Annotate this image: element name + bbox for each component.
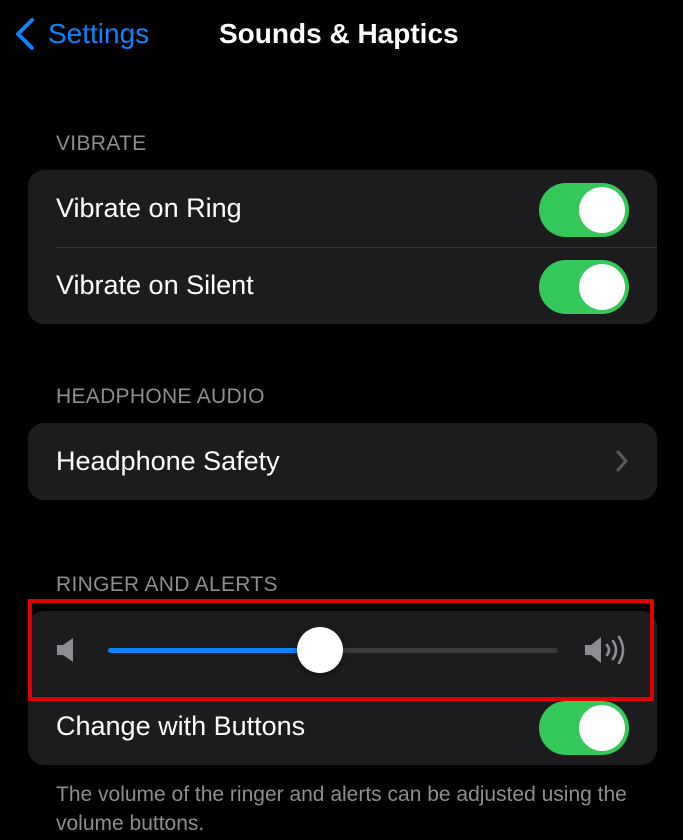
change-with-buttons-toggle[interactable] <box>539 701 629 755</box>
vibrate-on-silent-label: Vibrate on Silent <box>56 270 254 300</box>
ringer-volume-slider[interactable] <box>108 627 558 673</box>
back-button-label: Settings <box>48 18 150 49</box>
toggle-knob <box>579 264 625 310</box>
ringer-and-alerts-group: Change with Buttons <box>28 611 657 765</box>
vibrate-on-ring-toggle[interactable] <box>539 183 629 237</box>
change-with-buttons-label: Change with Buttons <box>56 711 306 741</box>
toggle-knob <box>579 187 625 233</box>
vibrate-on-silent-row: Vibrate on Silent <box>28 247 657 324</box>
headphone-safety-row[interactable]: Headphone Safety <box>28 423 657 500</box>
section-header-ringer-and-alerts: RINGER AND ALERTS <box>56 573 278 596</box>
vibrate-on-ring-row: Vibrate on Ring <box>28 170 657 247</box>
vibrate-group: Vibrate on Ring Vibrate on Silent <box>28 170 657 324</box>
back-button[interactable]: Settings <box>12 14 149 54</box>
speaker-high-icon <box>585 635 625 665</box>
ringer-volume-row <box>28 611 657 688</box>
headphone-safety-label: Headphone Safety <box>56 446 280 476</box>
section-header-vibrate: VIBRATE <box>56 132 147 155</box>
vibrate-on-silent-toggle[interactable] <box>539 260 629 314</box>
ringer-footer-note: The volume of the ringer and alerts can … <box>56 783 627 835</box>
chevron-right-icon <box>616 450 628 472</box>
section-header-headphone-audio: HEADPHONE AUDIO <box>56 385 265 408</box>
change-with-buttons-row: Change with Buttons <box>28 688 657 765</box>
ringer-volume-thumb[interactable] <box>297 627 343 673</box>
vibrate-on-ring-label: Vibrate on Ring <box>56 193 242 223</box>
navigation-bar: Settings Sounds & Haptics <box>0 0 683 70</box>
ringer-volume-fill <box>108 648 320 653</box>
toggle-knob <box>579 705 625 751</box>
chevron-left-icon <box>16 18 34 50</box>
speaker-low-icon <box>57 638 73 662</box>
headphone-audio-group: Headphone Safety <box>28 423 657 500</box>
page-title: Sounds & Haptics <box>219 18 459 49</box>
